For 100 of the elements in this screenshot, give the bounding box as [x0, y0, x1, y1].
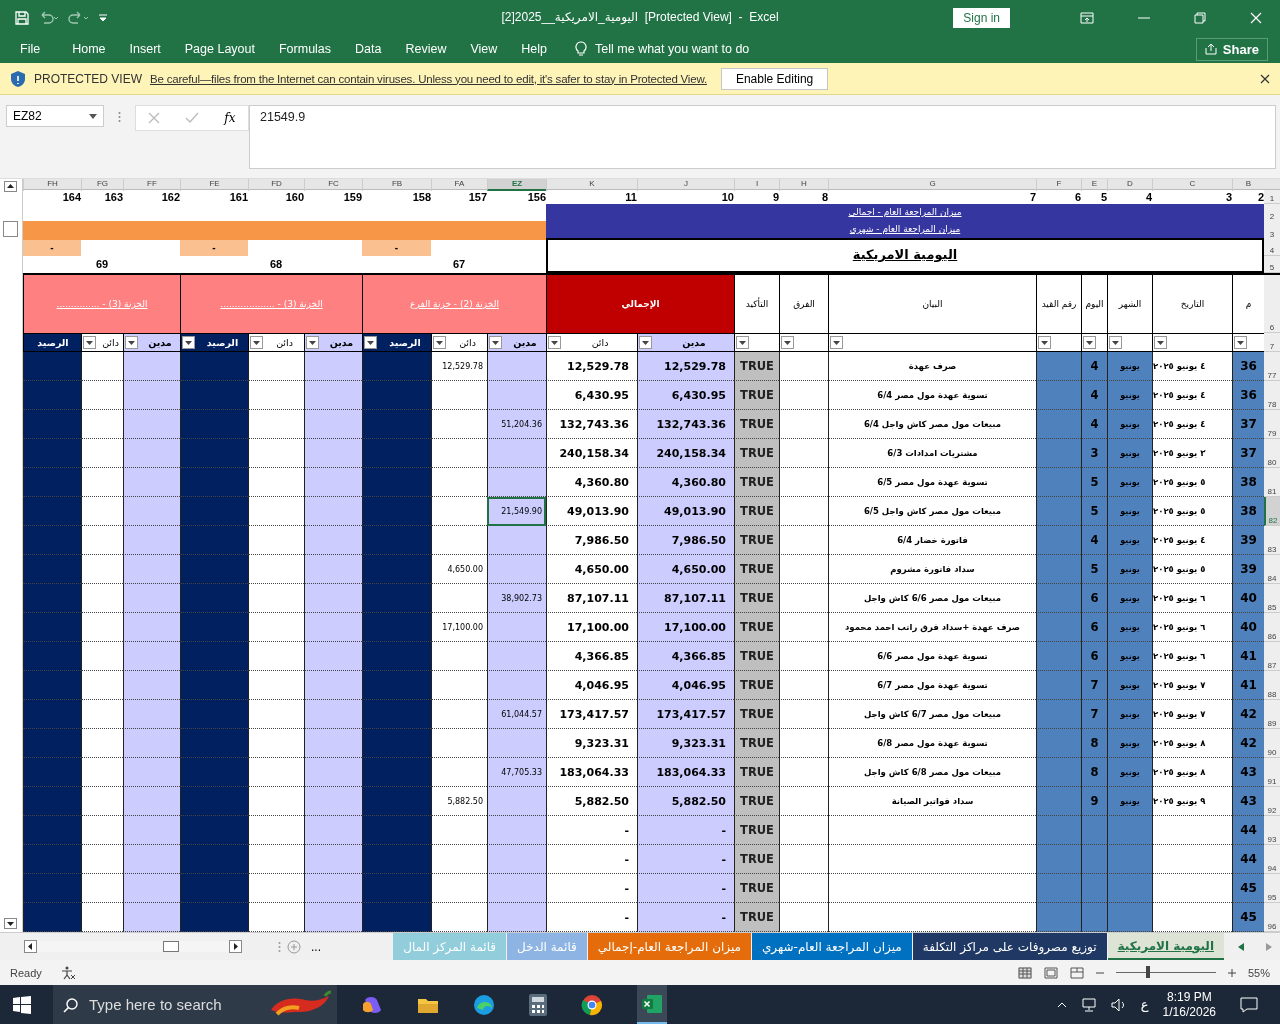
- filter-button[interactable]: [250, 336, 263, 349]
- filter-button[interactable]: [1154, 336, 1167, 349]
- row-header[interactable]: 91: [1264, 758, 1280, 787]
- menu-tab[interactable]: Help: [509, 38, 560, 60]
- filter-button[interactable]: [830, 336, 843, 349]
- sheet-tab[interactable]: اليومية الامريكية: [1107, 933, 1224, 960]
- filter-button[interactable]: [639, 336, 652, 349]
- filter-button[interactable]: [1234, 336, 1247, 349]
- row-header[interactable]: 96: [1264, 903, 1280, 932]
- filter-button[interactable]: [125, 336, 138, 349]
- scroll-right-icon[interactable]: [229, 940, 242, 953]
- share-button[interactable]: Share: [1195, 37, 1268, 61]
- column-header[interactable]: F: [1036, 179, 1081, 191]
- row-header[interactable]: 92: [1264, 787, 1280, 816]
- row-header[interactable]: 6: [1264, 275, 1280, 333]
- tell-me-field[interactable]: Tell me what you want to do: [595, 42, 750, 56]
- speaker-icon[interactable]: [1110, 997, 1127, 1012]
- column-header[interactable]: FA: [431, 179, 487, 191]
- column-header[interactable]: FD: [248, 179, 304, 191]
- customize-icon[interactable]: [98, 11, 108, 24]
- column-header[interactable]: FB: [362, 179, 431, 191]
- column-header[interactable]: EZ: [487, 179, 546, 191]
- column-header[interactable]: FC: [304, 179, 362, 191]
- menu-tab[interactable]: Review: [393, 38, 459, 60]
- save-icon[interactable]: [14, 9, 30, 26]
- chevron-up-icon[interactable]: [1056, 1001, 1067, 1008]
- notification-icon[interactable]: [1240, 996, 1258, 1013]
- column-header[interactable]: G: [828, 179, 1036, 191]
- row-header[interactable]: 84: [1264, 555, 1280, 584]
- column-header[interactable]: E: [1081, 179, 1107, 191]
- summary-link[interactable]: ميزان المراجعة العام - شهري: [546, 221, 1264, 240]
- row-header[interactable]: 1: [1264, 190, 1280, 204]
- clock-date[interactable]: 1/16/2026: [1162, 1004, 1216, 1020]
- row-header[interactable]: 5: [1264, 256, 1280, 273]
- sheet-tab[interactable]: ميزان المراجعة العام-شهري: [751, 933, 912, 960]
- menu-tab[interactable]: File: [8, 38, 61, 60]
- column-header[interactable]: FF: [123, 179, 180, 191]
- column-header[interactable]: FH: [23, 179, 81, 191]
- page-break-icon[interactable]: [1069, 966, 1084, 979]
- page-layout-icon[interactable]: [1043, 966, 1058, 979]
- menu-tab[interactable]: Insert: [117, 38, 173, 60]
- column-header[interactable]: FG: [81, 179, 123, 191]
- zoom-slider-thumb[interactable]: [1145, 966, 1150, 978]
- zoom-in-icon[interactable]: [1227, 968, 1236, 977]
- sheet-tab[interactable]: توزيع مصروفات على مراكز التكلفة: [912, 933, 1107, 960]
- row-header[interactable]: 79: [1264, 410, 1280, 439]
- scroll-down-icon[interactable]: [4, 918, 17, 929]
- column-header[interactable]: C: [1152, 179, 1232, 191]
- menu-tab[interactable]: Formulas: [266, 38, 344, 60]
- normal-view-icon[interactable]: [1017, 966, 1032, 979]
- row-header[interactable]: 93: [1264, 816, 1280, 845]
- row-header[interactable]: 82: [1264, 497, 1280, 526]
- filter-button[interactable]: [1109, 336, 1122, 349]
- row-header[interactable]: 87: [1264, 642, 1280, 671]
- row-header[interactable]: 94: [1264, 845, 1280, 874]
- more-icon[interactable]: [118, 111, 121, 123]
- row-header[interactable]: 90: [1264, 729, 1280, 758]
- filter-button[interactable]: [736, 336, 749, 349]
- accessibility-icon[interactable]: [59, 965, 76, 980]
- formula-input[interactable]: 21549.9: [249, 105, 1276, 169]
- enable-editing-button[interactable]: Enable Editing: [720, 67, 829, 90]
- ribbon-display-icon[interactable]: [1080, 11, 1094, 24]
- row-header[interactable]: 95: [1264, 874, 1280, 903]
- filter-button[interactable]: [1083, 336, 1096, 349]
- previous-sheet-icon[interactable]: [1238, 942, 1244, 951]
- excel-taskbar-button[interactable]: [637, 985, 667, 1024]
- row-header[interactable]: 81: [1264, 468, 1280, 497]
- redo-icon[interactable]: [68, 10, 90, 25]
- scroll-up-icon[interactable]: [4, 181, 17, 192]
- name-box[interactable]: EZ82: [6, 105, 104, 127]
- filter-button[interactable]: [781, 336, 794, 349]
- filter-button[interactable]: [548, 336, 561, 349]
- network-icon[interactable]: [1080, 997, 1097, 1012]
- row-header[interactable]: 88: [1264, 671, 1280, 700]
- zoom-level[interactable]: 55%: [1247, 966, 1270, 979]
- sign-in-button[interactable]: Sign in: [953, 7, 1010, 28]
- filter-button[interactable]: [364, 336, 377, 349]
- column-header[interactable]: D: [1107, 179, 1152, 191]
- filter-button[interactable]: [489, 336, 502, 349]
- clock-time[interactable]: 8:19 PM: [1166, 989, 1212, 1005]
- insert-function-button[interactable]: fx: [224, 111, 236, 125]
- row-header[interactable]: 78: [1264, 381, 1280, 410]
- row-header[interactable]: 83: [1264, 526, 1280, 555]
- more-tabs-button[interactable]: ...: [307, 939, 325, 954]
- menu-tab[interactable]: Home: [60, 38, 118, 60]
- scroll-thumb[interactable]: [163, 941, 179, 952]
- filter-button[interactable]: [306, 336, 319, 349]
- column-header[interactable]: H: [779, 179, 828, 191]
- filter-button[interactable]: [433, 336, 446, 349]
- check-icon[interactable]: [185, 112, 200, 124]
- column-header[interactable]: J: [637, 179, 734, 191]
- row-header[interactable]: 77: [1264, 352, 1280, 381]
- column-header[interactable]: I: [734, 179, 779, 191]
- row-header[interactable]: 80: [1264, 439, 1280, 468]
- restore-icon[interactable]: [1194, 11, 1206, 24]
- outline-box-icon[interactable]: [3, 221, 18, 237]
- filter-button[interactable]: [182, 336, 195, 349]
- summary-link[interactable]: ميزان المراجعة العام - اجمالى: [546, 204, 1264, 222]
- minimize-icon[interactable]: [1138, 16, 1150, 19]
- windows-start-icon[interactable]: [13, 995, 31, 1014]
